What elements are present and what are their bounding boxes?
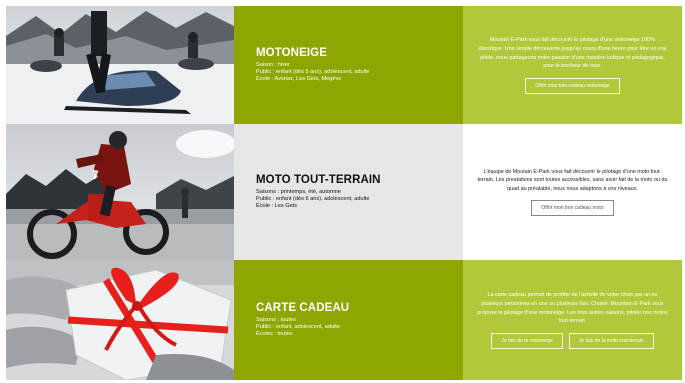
activity-row-carte-cadeau: CARTE CADEAU Saisons : toutes Public : e… (6, 260, 682, 380)
activity-season: Saisons : printemps, été, automne (256, 188, 341, 195)
activity-description-motoneige: Moutain E-Park vous fait découvrir le pi… (463, 6, 682, 124)
activity-description-moto: L'équipe de Moutain E-Park vous fait déc… (463, 124, 682, 260)
motoneige-choice-button[interactable]: Je fais de la motoneige (491, 332, 563, 349)
activity-info-motoneige: MOTONEIGE Saison : hiver Public : enfant… (234, 6, 463, 124)
activity-description: Moutain E-Park vous fait découvrir le pi… (478, 37, 667, 70)
activity-school: École : Avoriaz, Les Gets, Megève (256, 76, 342, 83)
gift-moto-button[interactable]: Offrir mon bon cadeau moto (531, 200, 614, 217)
svg-text:7: 7 (92, 168, 99, 182)
activity-season: Saison : hiver (256, 61, 290, 68)
activity-description: L'équipe de Moutain E-Park vous fait déc… (477, 168, 668, 192)
activity-school: Écoles : toutes (256, 331, 293, 338)
dirt-bike-photo: 7 (6, 124, 234, 260)
activity-row-moto: 7 MOTO TOUT-TERRAIN Saisons : printemps,… (6, 124, 682, 260)
moto-choice-button[interactable]: Je fais de la moto tout-terrain (568, 332, 654, 349)
snowmobile-photo (6, 6, 234, 124)
gift-card-buttons: Je fais de la motoneige Je fais de la mo… (491, 326, 654, 349)
activity-info-moto: MOTO TOUT-TERRAIN Saisons : printemps, é… (234, 124, 463, 260)
activity-row-motoneige: MOTONEIGE Saison : hiver Public : enfant… (6, 6, 682, 124)
gift-motoneige-button[interactable]: Offrir mon bon cadeau motoneige (525, 77, 620, 94)
activity-title: MOTONEIGE (256, 46, 327, 59)
activity-school: École : Les Gets (256, 203, 298, 210)
activity-season: Saisons : toutes (256, 316, 296, 323)
activity-title: CARTE CADEAU (256, 301, 350, 314)
gift-box-photo (6, 260, 234, 380)
activity-title: MOTO TOUT-TERRAIN (256, 173, 381, 186)
activity-description-carte-cadeau: La carte cadeau permet de profiter de l'… (463, 260, 682, 380)
activity-description: La carte cadeau permet de profiter de l'… (477, 292, 668, 325)
activities-section: MOTONEIGE Saison : hiver Public : enfant… (6, 6, 682, 380)
activity-info-carte-cadeau: CARTE CADEAU Saisons : toutes Public : e… (234, 260, 463, 380)
